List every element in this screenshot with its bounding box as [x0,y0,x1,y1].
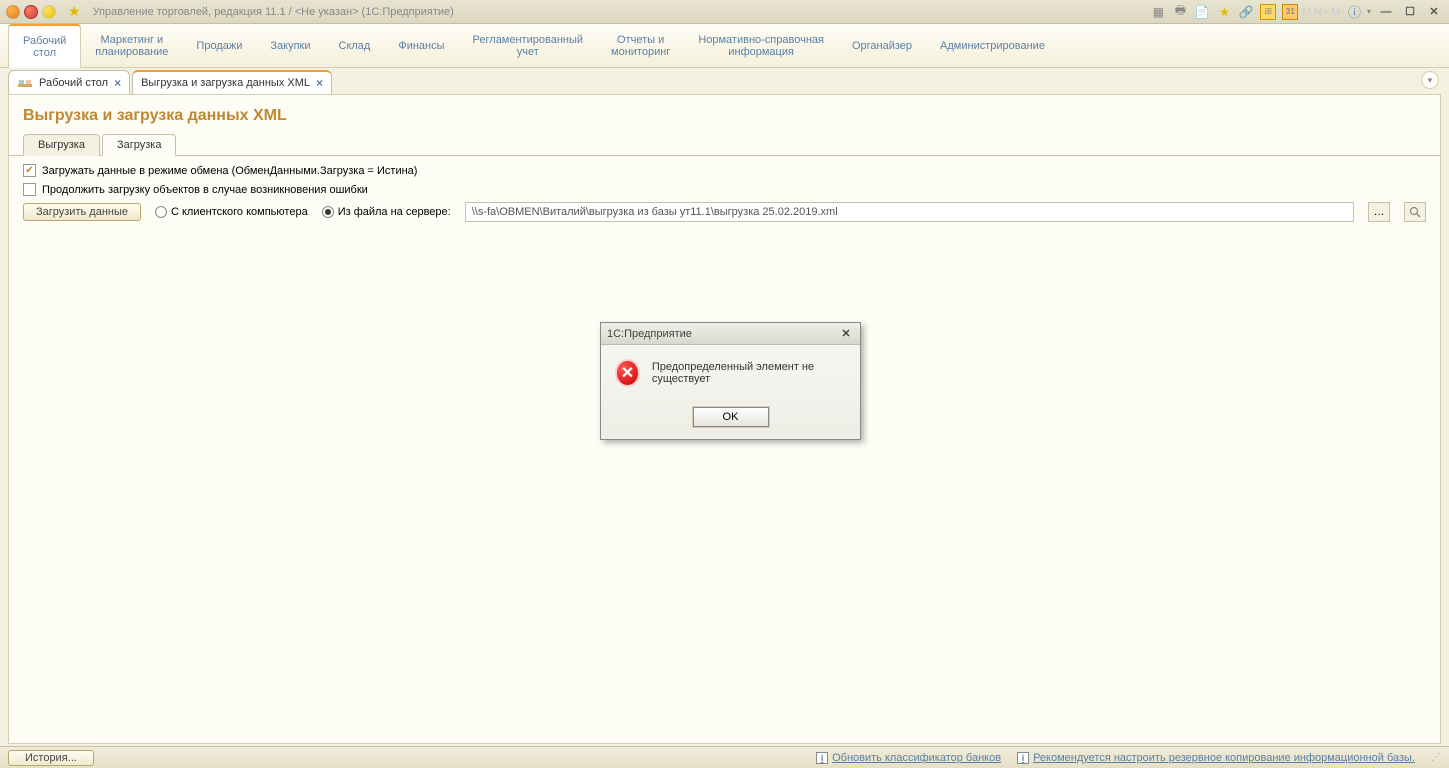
radio-client[interactable]: С клиентского компьютера [155,206,308,218]
document-tabs: Рабочий стол × Выгрузка и загрузка данны… [0,68,1449,94]
browse-button[interactable]: … [1368,202,1390,222]
nav-marketing[interactable]: Маркетинг и планирование [81,24,182,67]
subtabs: Выгрузка Загрузка [9,133,1440,156]
doc-icon[interactable]: 📄 [1194,4,1210,20]
nav-reports[interactable]: Отчеты и мониторинг [597,24,684,67]
radio-server-input[interactable] [322,206,334,218]
tab-xml-export[interactable]: Выгрузка и загрузка данных XML × [132,70,332,94]
toolbar-icon-1[interactable]: ▦ [1150,4,1166,20]
window-close-button[interactable]: ✕ [1425,4,1443,20]
nav-warehouse[interactable]: Склад [325,24,385,67]
nav-purchases[interactable]: Закупки [256,24,324,67]
status-link-banks-label: Обновить классификатор банков [832,752,1001,764]
nav-sales[interactable]: Продажи [182,24,256,67]
memory-mplus[interactable]: M+ [1314,6,1330,18]
tab-xml-label: Выгрузка и загрузка данных XML [141,77,310,89]
window-title: Управление торговлей, редакция 11.1 / <Н… [93,6,454,18]
page-title: Выгрузка и загрузка данных XML [9,95,1440,133]
nav-regulated[interactable]: Регламентированный учет [459,24,598,67]
nav-reference[interactable]: Нормативно-справочная информация [684,24,838,67]
checkbox-continue-on-error[interactable] [23,183,36,196]
maximize-button[interactable]: ☐ [1401,4,1419,20]
search-button[interactable] [1404,202,1426,222]
titlebar: ★ Управление торговлей, редакция 11.1 / … [0,0,1449,24]
radio-client-input[interactable] [155,206,167,218]
radio-client-label: С клиентского компьютера [171,206,308,218]
nav-finance[interactable]: Финансы [384,24,458,67]
dialog-titlebar[interactable]: 1С:Предприятие ✕ [601,323,860,345]
checkbox-row-1: ✔ Загружать данные в режиме обмена (Обме… [23,164,1426,177]
memory-m[interactable]: M [1302,6,1311,18]
tabs-dropdown[interactable]: ▾ [1421,71,1439,89]
nav-organizer[interactable]: Органайзер [838,24,926,67]
info-small-icon-2: i [1017,752,1029,764]
titlebar-left: ★ Управление торговлей, редакция 11.1 / … [6,3,454,20]
checkbox-continue-label: Продолжить загрузку объектов в случае во… [42,184,368,196]
star-icon[interactable]: ★ [1216,4,1232,20]
radio-server-label: Из файла на сервере: [338,206,451,218]
error-icon: ✕ [615,359,640,387]
tab-desktop[interactable]: Рабочий стол × [8,70,130,94]
history-button[interactable]: История... [8,750,94,766]
info-dropdown-icon[interactable]: ▾ [1367,7,1371,16]
subtab-import[interactable]: Загрузка [102,134,176,156]
dialog-footer: OK [601,401,860,439]
info-small-icon: i [816,752,828,764]
info-icon[interactable]: ⓘ [1348,2,1361,21]
tab-desktop-label: Рабочий стол [39,77,108,89]
print-icon[interactable]: 🖶 [1172,4,1188,20]
magnifier-icon [1409,206,1421,218]
titlebar-right: ▦ 🖶 📄 ★ 🔗 ⊞ 31 M M+ M- ⓘ ▾ — ☐ ✕ [1150,2,1443,21]
nav-admin[interactable]: Администрирование [926,24,1059,67]
nav-desktop[interactable]: Рабочий стол [8,24,81,68]
action-row: Загрузить данные С клиентского компьютер… [23,202,1426,222]
nav-forward-icon[interactable] [42,5,56,19]
status-link-backup-label: Рекомендуется настроить резервное копиро… [1033,752,1415,764]
favorites-icon[interactable]: ★ [68,3,81,20]
tab-close-desktop[interactable]: × [114,76,121,90]
error-dialog: 1С:Предприятие ✕ ✕ Предопределенный элем… [600,322,861,440]
dialog-ok-button[interactable]: OK [693,407,769,427]
tab-close-xml[interactable]: × [316,76,323,90]
memory-mminus[interactable]: M- [1331,6,1344,18]
minimize-button[interactable]: — [1377,4,1395,20]
dialog-title: 1С:Предприятие [607,328,692,340]
link-icon[interactable]: 🔗 [1238,4,1254,20]
calendar-icon[interactable]: 31 [1282,4,1298,20]
file-path-input[interactable]: \\s-fa\OBMEN\Виталий\выгрузка из базы ут… [465,202,1354,222]
checkbox-row-2: Продолжить загрузку объектов в случае во… [23,183,1426,196]
dialog-message: Предопределенный элемент не существует [652,361,846,385]
calculator-icon[interactable]: ⊞ [1260,4,1276,20]
checkbox-exchange-mode[interactable]: ✔ [23,164,36,177]
statusbar: История... i Обновить классификатор банк… [0,746,1449,768]
app-icon [6,5,20,19]
form-area: ✔ Загружать данные в режиме обмена (Обме… [9,156,1440,743]
status-right: i Обновить классификатор банков i Рекоме… [816,752,1415,764]
subtab-export[interactable]: Выгрузка [23,134,100,156]
load-data-button[interactable]: Загрузить данные [23,203,141,221]
main-navigation: Рабочий стол Маркетинг и планирование Пр… [0,24,1449,68]
nav-back-icon[interactable] [24,5,38,19]
status-link-backup[interactable]: i Рекомендуется настроить резервное копи… [1017,752,1415,764]
dialog-close-button[interactable]: ✕ [838,327,854,341]
desktop-tab-icon [17,76,33,90]
resize-grip[interactable]: ⋰ [1431,752,1441,763]
checkbox-exchange-label: Загружать данные в режиме обмена (ОбменД… [42,165,417,177]
dialog-body: ✕ Предопределенный элемент не существует [601,345,860,401]
radio-server[interactable]: Из файла на сервере: [322,206,451,218]
status-link-banks[interactable]: i Обновить классификатор банков [816,752,1001,764]
